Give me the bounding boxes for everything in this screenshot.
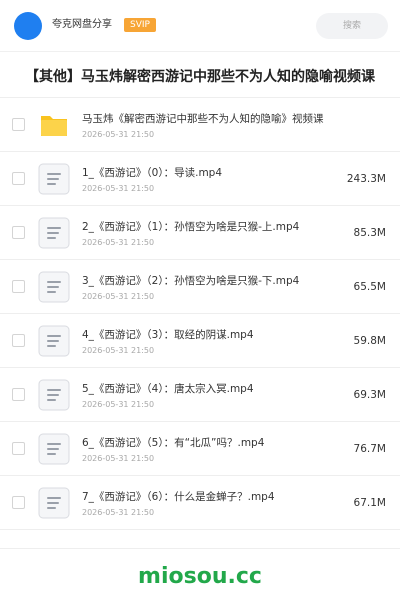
file-name[interactable]: 马玉炜《解密西游记中那些不为人知的隐喻》视频课 bbox=[82, 112, 324, 126]
file-name[interactable]: 4_《西游记》（3）：取经的阴谋.mp4 bbox=[82, 328, 254, 342]
file-name[interactable]: 3_《西游记》（2）：孙悟空为啥是只猴-下.mp4 bbox=[82, 274, 299, 288]
file-name[interactable]: 6_《西游记》（5）：有“北瓜”吗？.mp4 bbox=[82, 436, 264, 450]
file-row[interactable]: 4_《西游记》（3）：取经的阴谋.mp4 2026-05-31 21:50 59.8… bbox=[0, 314, 400, 368]
file-date: 2026-05-31 21:50 bbox=[82, 130, 155, 139]
video-file-icon bbox=[38, 433, 70, 465]
file-size: 59.8M bbox=[353, 335, 386, 347]
video-file-icon bbox=[38, 379, 70, 411]
row-checkbox[interactable] bbox=[12, 388, 25, 401]
file-row[interactable]: 2_《西游记》（1）：孙悟空为啥是只猴-上.mp4 2026-05-31 21:5… bbox=[0, 206, 400, 260]
file-date: 2026-05-31 21:50 bbox=[82, 454, 155, 463]
file-size: 76.7M bbox=[353, 443, 386, 455]
file-date: 2026-05-31 21:50 bbox=[82, 184, 155, 193]
file-size: 65.5M bbox=[353, 281, 386, 293]
file-row[interactable]: 7_《西游记》（6）：什么是金蝉子？.mp4 2026-05-31 21:50 67… bbox=[0, 476, 400, 530]
avatar[interactable] bbox=[14, 12, 42, 40]
search-input[interactable]: 搜索 bbox=[316, 13, 388, 39]
file-date: 2026-05-31 21:50 bbox=[82, 508, 155, 517]
video-file-icon bbox=[38, 487, 70, 519]
file-row[interactable]: 3_《西游记》（2）：孙悟空为啥是只猴-下.mp4 2026-05-31 21:5… bbox=[0, 260, 400, 314]
row-checkbox[interactable] bbox=[12, 172, 25, 185]
row-checkbox[interactable] bbox=[12, 496, 25, 509]
file-name[interactable]: 2_《西游记》（1）：孙悟空为啥是只猴-上.mp4 bbox=[82, 220, 299, 234]
file-row[interactable]: 1_《西游记》（0）：导读.mp4 2026-05-31 21:50 243.3M bbox=[0, 152, 400, 206]
file-name[interactable]: 1_《西游记》（0）：导读.mp4 bbox=[82, 166, 222, 180]
file-date: 2026-05-31 21:50 bbox=[82, 346, 155, 355]
top-header: 夸克网盘分享 SVIP 搜索 bbox=[0, 0, 400, 52]
row-checkbox[interactable] bbox=[12, 226, 25, 239]
folder-icon bbox=[38, 109, 70, 141]
file-name[interactable]: 5_《西游记》（4）：唐太宗入冥.mp4 bbox=[82, 382, 254, 396]
watermark: miosou.cc bbox=[138, 564, 262, 589]
row-checkbox[interactable] bbox=[12, 334, 25, 347]
file-name[interactable]: 7_《西游记》（6）：什么是金蝉子？.mp4 bbox=[82, 490, 275, 504]
app-name: 夸克网盘分享 bbox=[52, 19, 112, 30]
file-list: 马玉炜《解密西游记中那些不为人知的隐喻》视频课 2026-05-31 21:50 1… bbox=[0, 98, 400, 530]
file-size: 67.1M bbox=[353, 497, 386, 509]
row-checkbox[interactable] bbox=[12, 280, 25, 293]
video-file-icon bbox=[38, 325, 70, 357]
file-date: 2026-05-31 21:50 bbox=[82, 400, 155, 409]
page-title: 【其他】马玉炜解密西游记中那些不为人知的隐喻视频课 bbox=[25, 69, 375, 85]
file-date: 2026-05-31 21:50 bbox=[82, 292, 155, 301]
video-file-icon bbox=[38, 217, 70, 249]
file-size: 243.3M bbox=[346, 173, 386, 185]
row-checkbox[interactable] bbox=[12, 442, 25, 455]
file-size: 85.3M bbox=[353, 227, 386, 239]
title-bar: 【其他】马玉炜解密西游记中那些不为人知的隐喻视频课 bbox=[0, 52, 400, 98]
video-file-icon bbox=[38, 271, 70, 303]
file-row[interactable]: 6_《西游记》（5）：有“北瓜”吗？.mp4 2026-05-31 21:50 76… bbox=[0, 422, 400, 476]
file-date: 2026-05-31 21:50 bbox=[82, 238, 155, 247]
svip-badge: SVIP bbox=[124, 18, 156, 32]
folder-row[interactable]: 马玉炜《解密西游记中那些不为人知的隐喻》视频课 2026-05-31 21:50 bbox=[0, 98, 400, 152]
row-checkbox[interactable] bbox=[12, 118, 25, 131]
file-size: 69.3M bbox=[353, 389, 386, 401]
video-file-icon bbox=[38, 163, 70, 195]
file-row[interactable]: 5_《西游记》（4）：唐太宗入冥.mp4 2026-05-31 21:50 69.3… bbox=[0, 368, 400, 422]
